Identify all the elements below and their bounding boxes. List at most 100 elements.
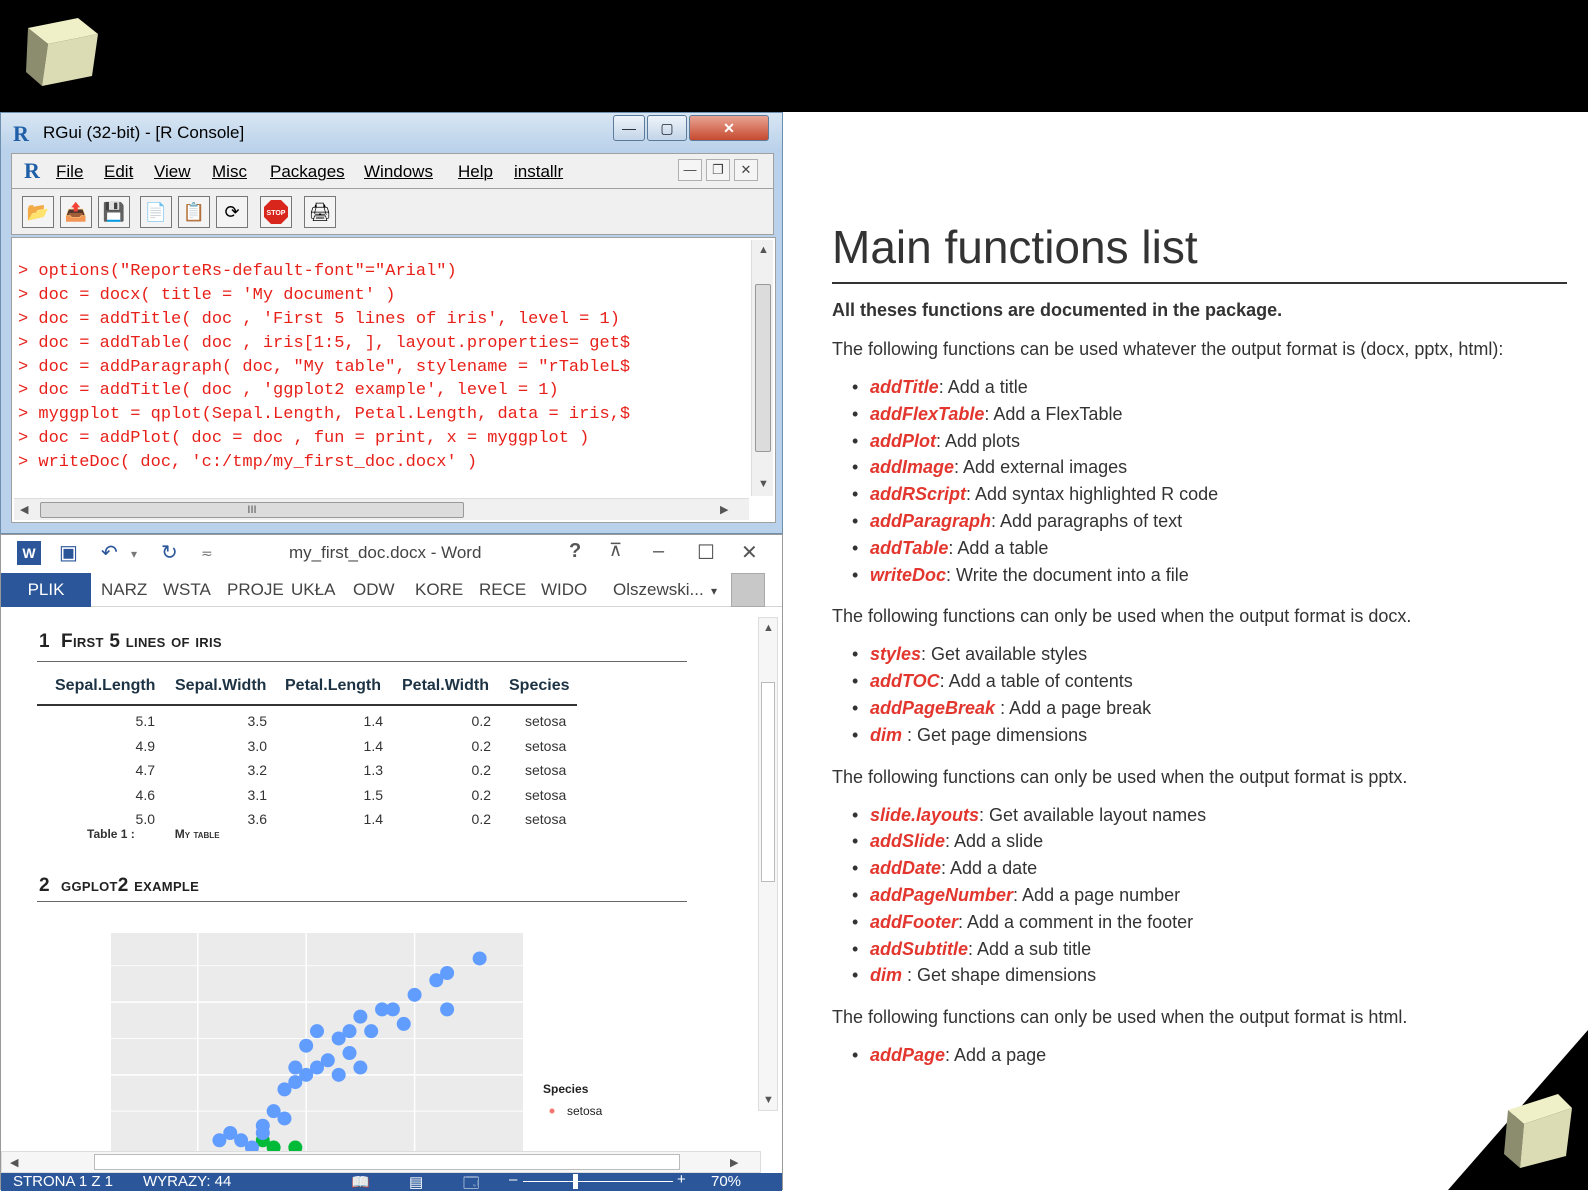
menu-windows[interactable]: Windows bbox=[364, 162, 433, 182]
menu-edit[interactable]: Edit bbox=[104, 162, 133, 182]
tab-layout[interactable]: UKŁA bbox=[291, 580, 335, 600]
tab-file[interactable]: PLIK bbox=[1, 573, 91, 607]
console-line: > doc = addPlot( doc = doc , fun = print… bbox=[18, 429, 590, 448]
scrollbar-thumb[interactable] bbox=[755, 284, 771, 452]
zoom-out-button[interactable]: – bbox=[509, 1171, 517, 1188]
mdi-restore-button[interactable]: ❐ bbox=[706, 159, 730, 181]
chevron-down-icon[interactable]: ▾ bbox=[711, 584, 717, 598]
scrollbar-thumb[interactable] bbox=[761, 682, 775, 882]
refresh-icon[interactable]: ⟳ bbox=[216, 196, 248, 228]
web-layout-icon[interactable]: 🗔 bbox=[463, 1173, 479, 1198]
r-console[interactable]: > options("ReporteRs-default-font"="Aria… bbox=[11, 237, 776, 523]
function-name[interactable]: addPlot bbox=[870, 431, 936, 451]
scroll-left-icon[interactable]: ◀ bbox=[20, 503, 28, 516]
maximize-button[interactable]: ☐ bbox=[697, 540, 715, 565]
function-name[interactable]: addImage bbox=[870, 457, 954, 477]
function-name[interactable]: addTitle bbox=[870, 377, 939, 397]
chevron-down-icon[interactable]: ▾ bbox=[131, 547, 137, 561]
function-name[interactable]: slide.layouts bbox=[870, 805, 979, 825]
print-icon[interactable]: 🖨 bbox=[304, 196, 336, 228]
menu-file[interactable]: File bbox=[56, 162, 83, 182]
tab-home[interactable]: NARZ bbox=[101, 580, 147, 600]
scroll-up-icon[interactable]: ▲ bbox=[763, 622, 774, 634]
function-name[interactable]: dim bbox=[870, 965, 902, 985]
save-icon[interactable]: ▣ bbox=[59, 540, 78, 565]
scroll-up-icon[interactable]: ▲ bbox=[758, 244, 769, 256]
scroll-down-icon[interactable]: ▼ bbox=[763, 1094, 774, 1106]
ribbon-display-icon[interactable]: ⊼ bbox=[609, 540, 622, 561]
tab-view[interactable]: WIDO bbox=[541, 580, 587, 600]
scroll-right-icon[interactable]: ▶ bbox=[720, 503, 728, 516]
word-count[interactable]: WYRAZY: 44 bbox=[143, 1173, 231, 1190]
avatar[interactable] bbox=[731, 573, 765, 607]
undo-icon[interactable]: ↶ bbox=[101, 540, 118, 565]
copy-icon[interactable]: 📄 bbox=[140, 196, 172, 228]
console-horizontal-scrollbar[interactable]: ◀ III ▶ bbox=[14, 498, 749, 520]
print-layout-icon[interactable]: ▤ bbox=[409, 1173, 423, 1191]
function-description: : Add paragraphs of text bbox=[991, 510, 1183, 531]
zoom-slider-thumb[interactable] bbox=[573, 1174, 578, 1189]
read-mode-icon[interactable]: 📖 bbox=[351, 1173, 370, 1191]
function-name[interactable]: addSubtitle bbox=[870, 939, 968, 959]
tab-mailings[interactable]: KORE bbox=[415, 580, 463, 600]
scrollbar-thumb[interactable]: III bbox=[40, 502, 464, 518]
data-point bbox=[472, 951, 487, 966]
list-item: addTOC: Add a table of contents bbox=[852, 668, 1567, 695]
customize-toolbar-icon[interactable]: ≂ bbox=[201, 545, 213, 562]
function-name[interactable]: addFooter bbox=[870, 912, 958, 932]
open-script-icon[interactable]: 📂 bbox=[22, 196, 54, 228]
mdi-minimize-button[interactable]: — bbox=[678, 159, 702, 181]
document-page[interactable]: 1 First 5 lines of iris Sepal.Length Sep… bbox=[1, 607, 761, 1151]
function-name[interactable]: addPageBreak bbox=[870, 698, 995, 718]
scrollbar-thumb[interactable] bbox=[94, 1154, 680, 1170]
menu-help[interactable]: Help bbox=[458, 162, 493, 182]
zoom-slider[interactable] bbox=[523, 1181, 673, 1182]
function-name[interactable]: dim bbox=[870, 725, 902, 745]
close-button[interactable]: ✕ bbox=[689, 115, 769, 141]
function-name[interactable]: styles bbox=[870, 644, 921, 664]
document-horizontal-scrollbar[interactable]: ◀ ▶ bbox=[1, 1151, 761, 1173]
redo-icon[interactable]: ↻ bbox=[161, 540, 178, 565]
function-name[interactable]: addParagraph bbox=[870, 511, 991, 531]
tab-insert[interactable]: WSTA bbox=[163, 580, 211, 600]
tab-design[interactable]: PROJE bbox=[227, 580, 284, 600]
close-button[interactable]: ✕ bbox=[741, 540, 758, 565]
cube-icon bbox=[26, 18, 98, 86]
function-name[interactable]: addDate bbox=[870, 858, 941, 878]
menu-misc[interactable]: Misc bbox=[212, 162, 247, 182]
zoom-in-button[interactable]: + bbox=[677, 1171, 686, 1188]
function-name[interactable]: addPageNumber bbox=[870, 885, 1013, 905]
menu-view[interactable]: View bbox=[154, 162, 191, 182]
save-icon[interactable]: 💾 bbox=[98, 196, 130, 228]
menu-packages[interactable]: Packages bbox=[270, 162, 345, 182]
menu-installr[interactable]: installr bbox=[514, 162, 563, 182]
minimize-button[interactable]: — bbox=[613, 115, 645, 141]
zoom-level[interactable]: 70% bbox=[711, 1173, 741, 1190]
ribbon-tabs: PLIK NARZ WSTA PROJE UKŁA ODW KORE RECE … bbox=[1, 573, 782, 607]
scroll-left-icon[interactable]: ◀ bbox=[10, 1156, 18, 1169]
function-name[interactable]: addTOC bbox=[870, 671, 940, 691]
minimize-button[interactable]: – bbox=[653, 540, 664, 563]
mdi-close-button[interactable]: ✕ bbox=[734, 159, 758, 181]
function-name[interactable]: addPage bbox=[870, 1045, 945, 1065]
rgui-titlebar[interactable]: R RGui (32-bit) - [R Console] — ▢ ✕ bbox=[1, 113, 782, 151]
scroll-right-icon[interactable]: ▶ bbox=[730, 1156, 738, 1169]
document-vertical-scrollbar[interactable]: ▲ ▼ bbox=[758, 617, 778, 1111]
scroll-down-icon[interactable]: ▼ bbox=[758, 478, 769, 490]
paste-icon[interactable]: 📋 bbox=[178, 196, 210, 228]
function-name[interactable]: addRScript bbox=[870, 484, 966, 504]
load-workspace-icon[interactable]: 📤 bbox=[60, 196, 92, 228]
user-name[interactable]: Olszewski... bbox=[613, 580, 704, 600]
function-name[interactable]: addTable bbox=[870, 538, 948, 558]
maximize-button[interactable]: ▢ bbox=[647, 115, 687, 141]
console-vertical-scrollbar[interactable]: ▲ ▼ bbox=[751, 240, 773, 496]
word-titlebar[interactable]: W ▣ ↶ ▾ ↻ ≂ my_first_doc.docx - Word ? ⊼… bbox=[1, 535, 782, 573]
function-name[interactable]: writeDoc bbox=[870, 565, 946, 585]
tab-review[interactable]: RECE bbox=[479, 580, 526, 600]
function-name[interactable]: addFlexTable bbox=[870, 404, 984, 424]
page-count[interactable]: STRONA 1 Z 1 bbox=[13, 1173, 113, 1190]
tab-references[interactable]: ODW bbox=[353, 580, 395, 600]
function-name[interactable]: addSlide bbox=[870, 831, 945, 851]
stop-icon[interactable]: STOP bbox=[260, 196, 292, 228]
help-button[interactable]: ? bbox=[569, 540, 581, 563]
